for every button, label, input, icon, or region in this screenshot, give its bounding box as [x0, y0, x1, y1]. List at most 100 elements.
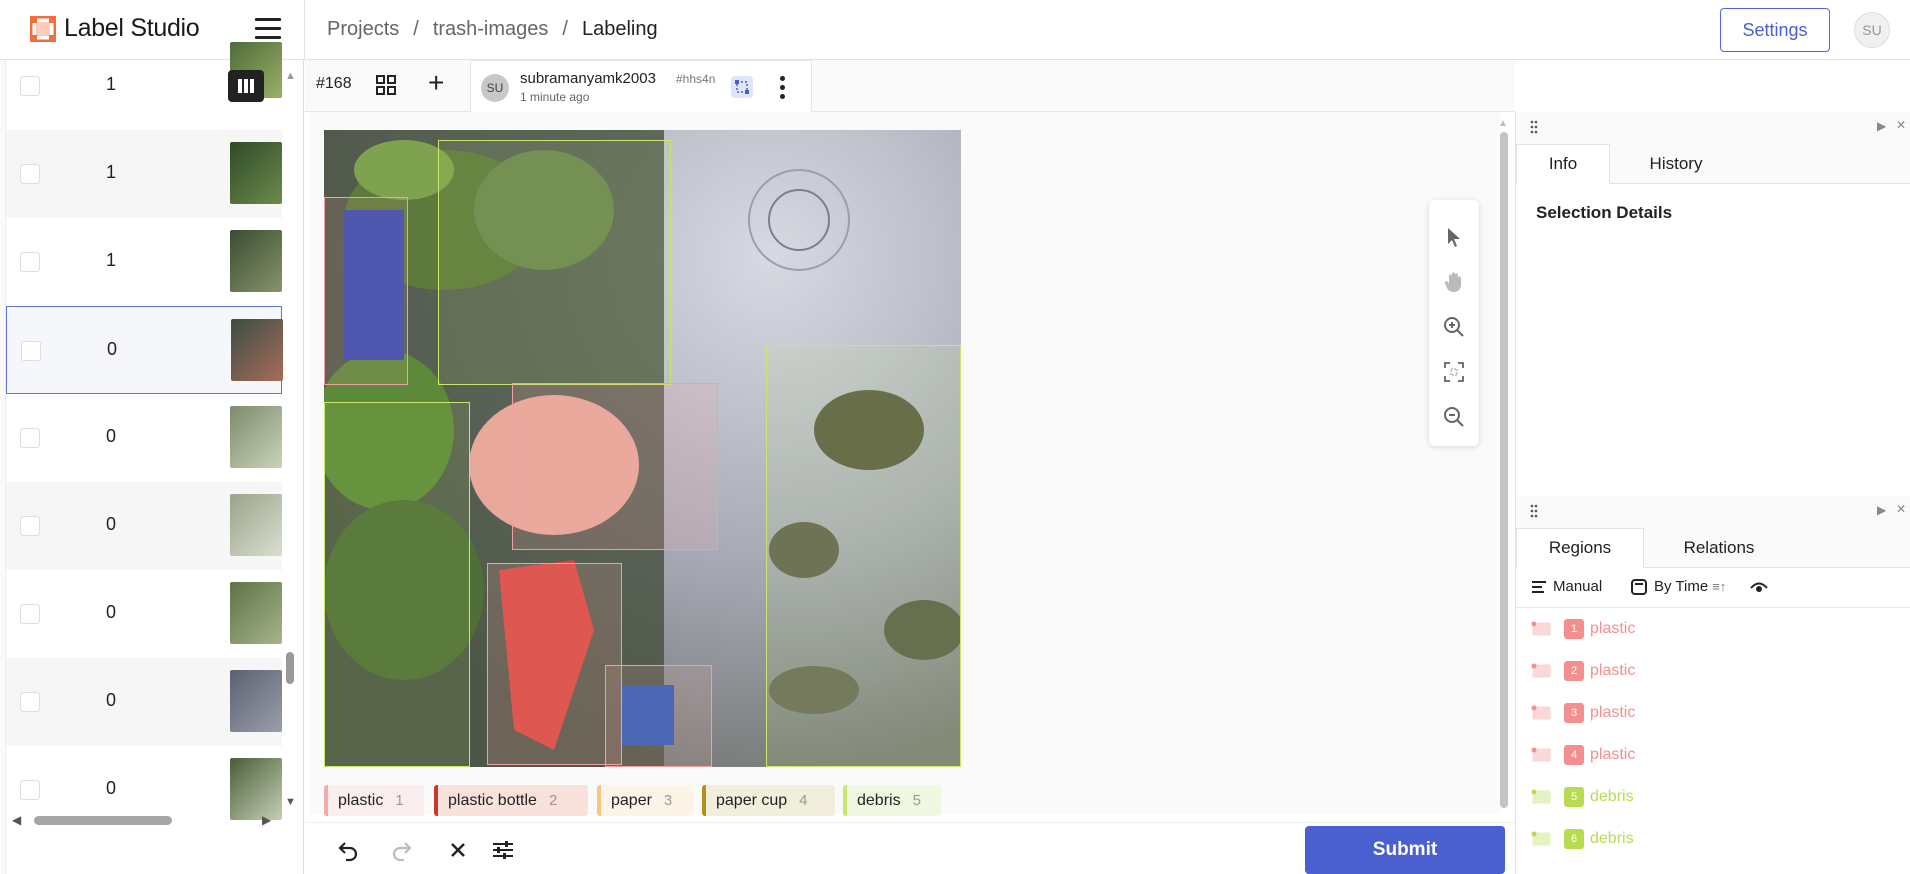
task-checkbox[interactable]	[20, 76, 40, 96]
zoom-in-icon[interactable]	[1442, 315, 1466, 339]
annotated-image[interactable]	[324, 130, 961, 767]
task-row[interactable]: 0	[6, 658, 282, 746]
settings-button[interactable]: Settings	[1720, 8, 1830, 52]
select-pointer-icon[interactable]	[1442, 225, 1466, 249]
sort-by-time-button[interactable]: By Time ≡↑	[1631, 578, 1726, 595]
task-thumbnail[interactable]	[230, 758, 282, 820]
task-thumbnail[interactable]	[230, 582, 282, 644]
task-thumbnail[interactable]	[230, 406, 282, 468]
scrollbar-thumb[interactable]	[286, 652, 294, 684]
label-hotkey: 4	[799, 792, 808, 809]
submit-button[interactable]: Submit	[1305, 826, 1505, 874]
region-item[interactable]: 6 debris	[1530, 824, 1890, 854]
task-checkbox[interactable]	[20, 604, 40, 624]
add-annotation-icon[interactable]: +	[428, 68, 444, 98]
task-checkbox[interactable]	[20, 692, 40, 712]
task-thumbnail[interactable]	[230, 670, 282, 732]
pan-hand-icon[interactable]	[1442, 270, 1466, 294]
task-row[interactable]: 0	[6, 306, 283, 394]
task-thumbnail[interactable]	[230, 494, 282, 556]
drag-handle-icon[interactable]	[1530, 120, 1538, 134]
tab-history[interactable]: History	[1610, 144, 1742, 184]
task-list-vertical-scrollbar[interactable]: ▲ ▼	[282, 64, 298, 814]
close-panel-icon[interactable]: ✕	[1896, 118, 1906, 132]
region-item[interactable]: 2 plastic	[1530, 656, 1890, 686]
region-box-plastic[interactable]	[487, 563, 622, 765]
breadcrumb-projects[interactable]: Projects	[327, 18, 399, 40]
annotation-more-menu-icon[interactable]	[780, 76, 786, 100]
user-avatar[interactable]: SU	[1854, 12, 1890, 48]
regions-tabs: Regions Relations	[1516, 528, 1910, 568]
app-header: Label Studio Projects / trash-images / Label…	[0, 0, 1910, 60]
region-item[interactable]: 4 plastic	[1530, 740, 1890, 770]
label-choice[interactable]: debris 5	[843, 785, 941, 816]
scroll-left-arrow-icon[interactable]: ◀	[12, 813, 21, 827]
zoom-out-icon[interactable]	[1442, 405, 1466, 429]
annotation-hash: #hhs4n	[676, 72, 716, 86]
label-choice[interactable]: paper cup 4	[702, 785, 835, 816]
regions-panel-header	[1516, 496, 1910, 528]
label-choice[interactable]: paper 3	[597, 785, 693, 816]
breadcrumb-project[interactable]: trash-images	[433, 18, 549, 40]
region-item[interactable]: 1 plastic	[1530, 614, 1890, 644]
tab-regions[interactable]: Regions	[1516, 528, 1644, 568]
tab-relations[interactable]: Relations	[1644, 528, 1794, 568]
label-choice[interactable]: plastic 1	[324, 785, 424, 816]
fit-screen-icon[interactable]	[1442, 360, 1466, 384]
label-name: debris	[857, 791, 901, 809]
task-thumbnail[interactable]	[231, 319, 283, 381]
region-box-debris[interactable]	[324, 402, 470, 767]
scrollbar-thumb[interactable]	[1500, 132, 1508, 808]
by-time-label: By Time	[1654, 578, 1709, 595]
region-item[interactable]: 3 plastic	[1530, 698, 1890, 728]
task-checkbox[interactable]	[21, 341, 41, 361]
scroll-up-arrow-icon[interactable]: ▲	[285, 70, 296, 82]
task-row[interactable]: 0	[6, 482, 282, 570]
label-hotkey: 1	[395, 792, 404, 809]
region-label: plastic	[1590, 662, 1636, 679]
close-panel-icon[interactable]: ✕	[1896, 502, 1906, 516]
region-box-plastic[interactable]	[512, 383, 718, 550]
collapse-arrow-icon[interactable]: ▶	[1877, 503, 1886, 517]
canvas-vertical-scrollbar[interactable]: ▲	[1498, 118, 1510, 808]
scroll-down-arrow-icon[interactable]: ▼	[285, 796, 296, 808]
scrollbar-thumb[interactable]	[34, 816, 172, 825]
region-box-plastic[interactable]	[605, 665, 712, 767]
sort-order-icon[interactable]: ≡↑	[1712, 579, 1726, 594]
clock-square-icon	[1631, 578, 1647, 595]
undo-icon[interactable]	[336, 838, 360, 862]
region-item[interactable]: 5 debris	[1530, 782, 1890, 812]
task-row[interactable]: 0	[6, 570, 282, 658]
group-manual-button[interactable]: Manual	[1531, 578, 1602, 595]
region-box-debris[interactable]	[438, 140, 671, 385]
settings-sliders-icon[interactable]	[491, 838, 515, 862]
task-row[interactable]: 1	[6, 218, 282, 306]
scroll-right-arrow-icon[interactable]: ▶	[262, 813, 271, 827]
task-checkbox[interactable]	[20, 780, 40, 800]
task-row[interactable]: 0	[6, 394, 282, 482]
redo-icon[interactable]	[390, 838, 414, 862]
hamburger-menu-icon[interactable]	[255, 18, 281, 40]
task-thumbnail[interactable]	[230, 142, 282, 204]
reset-icon[interactable]	[446, 838, 470, 862]
task-list-horizontal-scrollbar[interactable]: ◀ ▶	[6, 812, 282, 828]
drag-handle-icon[interactable]	[1530, 504, 1538, 518]
collapse-arrow-icon[interactable]: ▶	[1877, 119, 1886, 133]
task-value: 0	[105, 514, 116, 534]
annotator-name: subramanyamk2003	[520, 70, 656, 87]
task-checkbox[interactable]	[20, 428, 40, 448]
columns-toggle-button[interactable]	[228, 70, 264, 102]
tab-info[interactable]: Info	[1516, 144, 1610, 184]
label-color-bar	[597, 785, 601, 816]
task-checkbox[interactable]	[20, 164, 40, 184]
task-thumbnail[interactable]	[230, 230, 282, 292]
task-row[interactable]: 1	[6, 130, 282, 218]
region-box-plastic[interactable]	[324, 197, 408, 385]
region-box-debris[interactable]	[766, 345, 961, 767]
task-checkbox[interactable]	[20, 252, 40, 272]
task-checkbox[interactable]	[20, 516, 40, 536]
scroll-up-arrow-icon[interactable]: ▲	[1498, 118, 1508, 129]
visibility-eye-icon[interactable]	[1750, 581, 1768, 595]
grid-view-icon[interactable]	[375, 74, 397, 96]
label-choice[interactable]: plastic bottle 2	[434, 785, 588, 816]
